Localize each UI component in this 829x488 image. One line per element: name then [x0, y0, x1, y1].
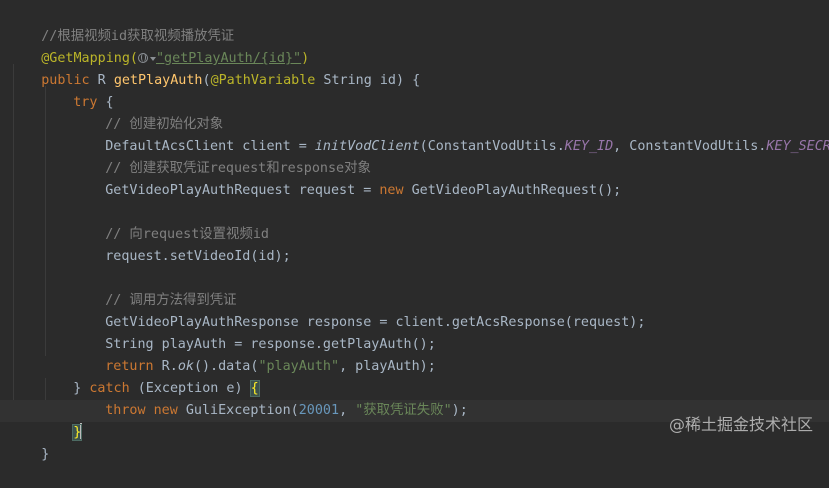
code-text: GuliException(: [177, 403, 299, 418]
code-line-18[interactable]: throw new GuliException(20001, "获取凭证失败")…: [73, 378, 468, 418]
code-line-11[interactable]: request.setVideoId(id);: [73, 224, 290, 264]
number-literal: 20001: [298, 403, 340, 418]
code-line-10[interactable]: // 向request设置视频id: [73, 202, 269, 242]
code-line-2[interactable]: @GetMapping("getPlayAuth/{id}"): [9, 26, 309, 66]
keyword: new: [153, 403, 178, 418]
code-text: ,: [339, 403, 356, 418]
parameters: String id) {: [315, 73, 421, 88]
code-line-6[interactable]: DefaultAcsClient client = initVodClient(…: [73, 114, 829, 154]
string-literal: "获取凭证失败": [355, 403, 452, 418]
code-line-3[interactable]: public R getPlayAuth(@PathVariable Strin…: [9, 48, 420, 88]
static-field: KEY_ID: [564, 139, 614, 154]
keyword: new: [379, 183, 404, 198]
annotation: @PathVariable: [210, 73, 316, 88]
watermark: @稀土掘金技术社区: [668, 415, 813, 434]
static-field: KEY_SECRET: [766, 139, 829, 154]
code-text: request.setVideoId(id);: [105, 249, 291, 264]
code-line-1[interactable]: //根据视频id获取视频播放凭证: [9, 4, 234, 44]
code-line-19[interactable]: }: [41, 400, 83, 441]
code-line-17[interactable]: } catch (Exception e) {: [41, 356, 260, 397]
code-text: GetVideoPlayAuthRequest();: [403, 183, 622, 198]
code-line-15[interactable]: String playAuth = response.getPlayAuth()…: [73, 312, 436, 352]
code-line-4[interactable]: try {: [41, 70, 113, 110]
paren: (: [202, 73, 211, 88]
method-name: getPlayAuth: [113, 73, 203, 88]
code-text: GetVideoPlayAuthRequest request =: [105, 183, 380, 198]
code-text: (ConstantVodUtils.: [419, 139, 565, 154]
brace: }: [41, 447, 50, 462]
code-text: );: [451, 403, 468, 418]
keyword: throw: [105, 403, 146, 418]
code-line-13[interactable]: // 调用方法得到凭证: [73, 268, 236, 308]
code-text: , playAuth);: [339, 359, 436, 374]
code-line-20[interactable]: }: [9, 422, 49, 462]
text-caret: [80, 423, 83, 439]
code-line-8[interactable]: GetVideoPlayAuthRequest request = new Ge…: [73, 158, 621, 198]
indent-guide: [13, 64, 14, 422]
code-line-5[interactable]: // 创建初始化对象: [73, 92, 223, 132]
code-line-14[interactable]: GetVideoPlayAuthResponse response = clie…: [73, 290, 645, 330]
code-editor[interactable]: //根据视频id获取视频播放凭证 @GetMapping("getPlayAut…: [0, 0, 829, 462]
code-text: , ConstantVodUtils.: [613, 139, 767, 154]
string-literal: "playAuth": [258, 359, 340, 374]
code-line-16[interactable]: return R.ok().data("playAuth", playAuth)…: [73, 334, 436, 374]
code-line-7[interactable]: // 创建获取凭证request和response对象: [73, 136, 371, 176]
